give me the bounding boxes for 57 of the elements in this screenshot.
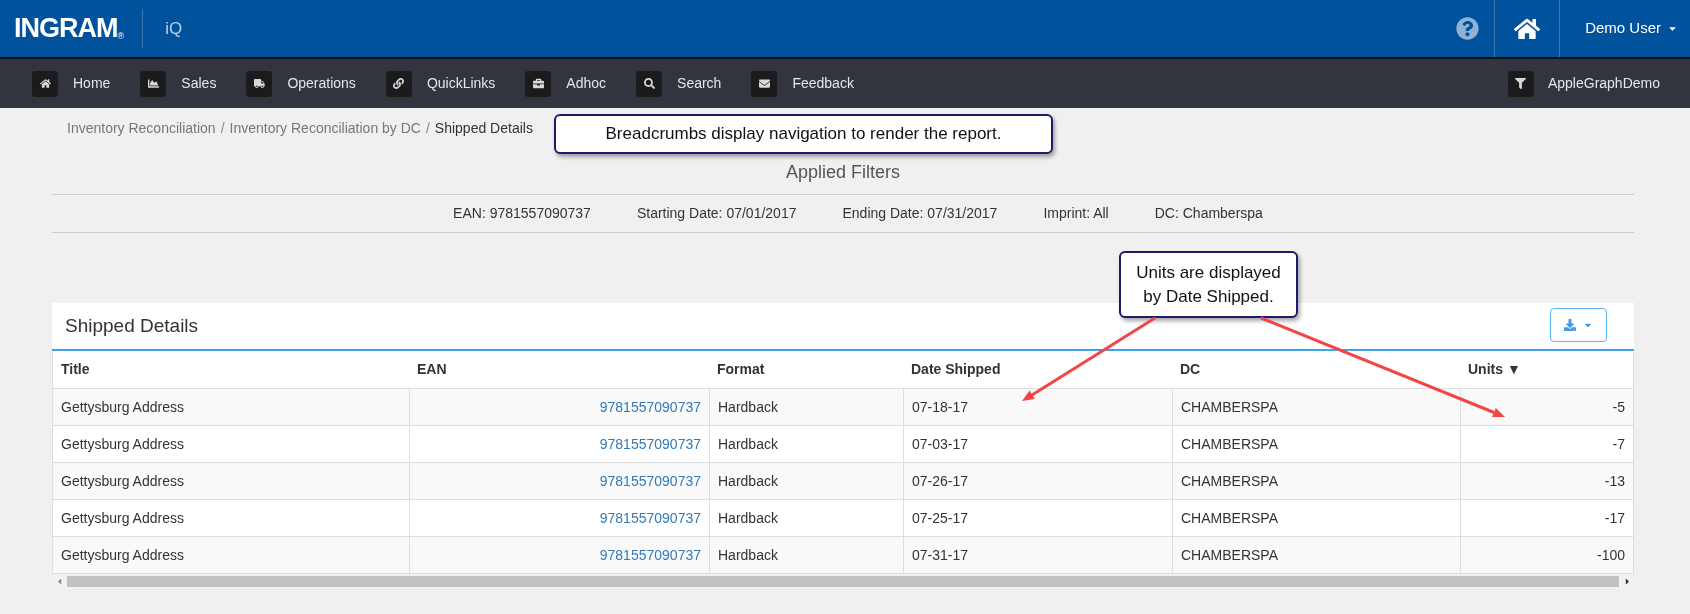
column-header[interactable]: Units ▼ bbox=[1460, 351, 1633, 388]
filter-item: EAN: 9781557090737 bbox=[453, 204, 591, 223]
download-button[interactable] bbox=[1550, 308, 1607, 342]
envelope-icon bbox=[751, 70, 778, 97]
table-cell: Hardback bbox=[709, 537, 903, 573]
table-cell: -100 bbox=[1460, 537, 1633, 573]
nav-link[interactable]: QuickLinks bbox=[385, 70, 496, 97]
user-menu[interactable]: Demo User bbox=[1560, 0, 1690, 57]
filter-icon bbox=[1507, 70, 1534, 97]
nav-link[interactable]: Home bbox=[32, 70, 111, 97]
filter-link[interactable]: AppleGraphDemo bbox=[1507, 70, 1660, 97]
table-cell-text: Gettysburg Address bbox=[60, 397, 185, 417]
scrollbar-thumb[interactable] bbox=[67, 575, 1619, 587]
ean-link[interactable]: 9781557090737 bbox=[599, 396, 701, 418]
ean-link[interactable]: 9781557090737 bbox=[599, 544, 701, 566]
nav-link[interactable]: Operations bbox=[246, 70, 356, 97]
nav-link[interactable]: Feedback bbox=[751, 70, 854, 97]
panel-title: Shipped Details bbox=[65, 313, 199, 338]
column-header[interactable]: Title bbox=[53, 351, 409, 388]
area-chart-icon bbox=[140, 70, 167, 97]
callout: Breadcrumbs display navigation to render the report. bbox=[554, 114, 1053, 154]
briefcase-icon bbox=[525, 70, 552, 97]
logo: INGRAM® bbox=[14, 15, 125, 42]
ean-link[interactable]: 9781557090737 bbox=[599, 433, 701, 455]
truck-icon bbox=[246, 70, 273, 97]
table-cell: 07-31-17 bbox=[903, 537, 1172, 573]
column-header[interactable]: Format bbox=[709, 351, 903, 388]
table-cell-text: Gettysburg Address bbox=[60, 471, 185, 491]
filter-item: Ending Date: 07/31/2017 bbox=[842, 204, 998, 223]
column-header[interactable]: EAN bbox=[409, 351, 709, 388]
filter-item: Imprint: All bbox=[1043, 204, 1109, 223]
nav-link[interactable]: Search bbox=[636, 70, 722, 97]
breadcrumb-link[interactable]: Inventory Reconciliation by DC bbox=[229, 117, 421, 139]
callout: Units are displayed by Date Shipped. bbox=[1119, 251, 1298, 318]
column-header[interactable]: Date Shipped bbox=[903, 351, 1172, 388]
column-header[interactable]: DC bbox=[1172, 351, 1460, 388]
home-icon bbox=[32, 70, 58, 97]
table-cell: CHAMBERSPA bbox=[1172, 537, 1460, 573]
ean-link[interactable]: 9781557090737 bbox=[599, 470, 701, 492]
download-icon bbox=[1564, 319, 1576, 331]
breadcrumb-separator: / bbox=[219, 118, 226, 138]
app-name: iQ bbox=[165, 17, 183, 40]
search-icon bbox=[636, 70, 663, 97]
ean-link[interactable]: 9781557090737 bbox=[599, 507, 701, 529]
breadcrumb-separator: / bbox=[424, 118, 431, 138]
breadcrumb-link[interactable]: Inventory Reconciliation bbox=[67, 117, 216, 139]
applied-filters-title: Applied Filters bbox=[785, 161, 900, 184]
table-cell-text: Gettysburg Address bbox=[60, 508, 185, 528]
link-icon bbox=[385, 70, 412, 97]
filter-item: DC: Chamberspa bbox=[1154, 204, 1263, 223]
table-cell-text: Gettysburg Address bbox=[60, 434, 185, 454]
table-cell-text: Gettysburg Address bbox=[60, 545, 185, 565]
breadcrumb-link[interactable]: Shipped Details bbox=[434, 117, 533, 139]
nav-link[interactable]: Sales bbox=[140, 70, 217, 97]
nav-link[interactable]: Adhoc bbox=[525, 70, 607, 97]
help-icon[interactable] bbox=[1456, 17, 1480, 40]
filter-item: Starting Date: 07/01/2017 bbox=[636, 204, 797, 223]
